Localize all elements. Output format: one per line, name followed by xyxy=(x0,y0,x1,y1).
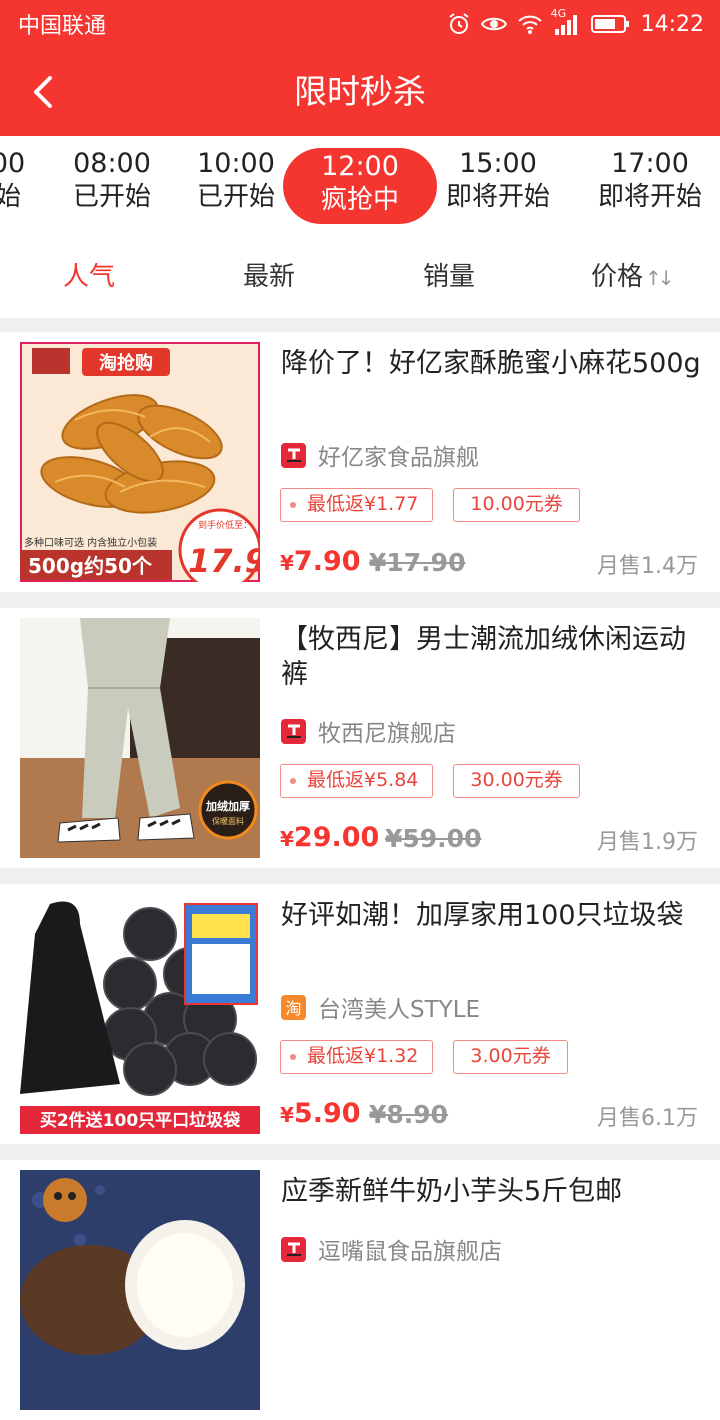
currency-symbol: ¥ xyxy=(280,827,294,851)
price-value: 7.90 xyxy=(293,546,361,577)
product-card[interactable]: 买2件送100只平口垃圾袋 好评如潮！加厚家用100只垃圾袋 淘 台湾美人STY… xyxy=(0,884,720,1144)
time-slot-time: 12:00 xyxy=(321,151,399,182)
sort-bar: 人气 最新 销量 价格 ↑↓ xyxy=(0,236,720,318)
product-tags: 最低返¥1.77 10.00元券 xyxy=(280,488,580,524)
currency-symbol: ¥ xyxy=(280,551,294,575)
product-name[interactable]: 好评如潮！加厚家用100只垃圾袋 xyxy=(281,898,701,933)
monthly-sales: 月售6.1万 xyxy=(597,1106,698,1131)
product-name[interactable]: 应季新鲜牛奶小芋头5斤包邮 xyxy=(281,1174,701,1209)
coupon-tag[interactable]: 30.00元券 xyxy=(453,764,580,798)
current-price: ¥7.90 xyxy=(280,546,361,577)
battery-icon xyxy=(590,13,631,35)
network-type: 4G xyxy=(550,7,567,20)
sort-tab-newest[interactable]: 最新 xyxy=(243,236,295,318)
monthly-sales: 月售1.4万 xyxy=(597,554,698,579)
product-tags: 最低返¥5.84 30.00元券 xyxy=(280,764,580,800)
original-price: ¥59.00 xyxy=(385,824,482,853)
tmall-icon xyxy=(281,1236,306,1262)
time-slot-00[interactable]: 00 始 xyxy=(0,148,28,228)
sort-tab-label: 价格 xyxy=(591,262,644,292)
product-name[interactable]: 降价了！好亿家酥脆蜜小麻花500g xyxy=(281,346,701,381)
product-card[interactable]: 加绒加厚 保暖面料 【牧西尼】男士潮流加绒休闲运动裤 牧西尼旗舰店 最低返¥5.… xyxy=(0,608,720,868)
price-value: 5.90 xyxy=(293,1098,361,1129)
shop-name-row[interactable]: 逗嘴鼠食品旗舰店 xyxy=(281,1234,502,1265)
time-slot-status: 始 xyxy=(0,182,21,212)
shop-name-row[interactable]: 好亿家食品旗舰 xyxy=(281,440,479,471)
shop-name: 逗嘴鼠食品旗舰店 xyxy=(318,1239,502,1265)
time-slot-status: 疯抢中 xyxy=(320,185,399,215)
alarm-icon xyxy=(447,12,471,36)
status-bar: 中国联通 4G 14:22 xyxy=(0,0,720,48)
sort-arrows-icon: ↑↓ xyxy=(645,266,674,290)
time-slot-1000[interactable]: 10:00 已开始 xyxy=(186,148,286,228)
time-slot-time: 00 xyxy=(0,148,26,179)
time-slot-time: 15:00 xyxy=(459,148,537,179)
carrier-name: 中国联通 xyxy=(18,14,107,39)
image-brand-tag: 淘抢购 xyxy=(99,352,153,374)
product-card[interactable]: 淘抢购 多种口味可选 内含独立小包装 500g约50个 到手价低至： 17.9 … xyxy=(0,332,720,592)
sort-tab-popularity[interactable]: 人气 xyxy=(63,236,115,318)
shop-name: 好亿家食品旗舰 xyxy=(318,445,479,471)
coupon-tag[interactable]: 3.00元券 xyxy=(453,1040,568,1074)
shop-name: 牧西尼旗舰店 xyxy=(318,721,456,747)
rebate-tag[interactable]: 最低返¥1.77 xyxy=(280,488,434,522)
time-slot-status: 已开始 xyxy=(196,182,275,212)
time-slot-1500[interactable]: 15:00 即将开始 xyxy=(440,148,556,228)
sort-tab-price[interactable]: 价格 ↑↓ xyxy=(591,236,674,318)
product-card[interactable]: 应季新鲜牛奶小芋头5斤包邮 逗嘴鼠食品旗舰店 xyxy=(0,1160,720,1420)
shop-name: 台湾美人STYLE xyxy=(318,997,481,1023)
product-image[interactable]: 加绒加厚 保暖面料 xyxy=(20,618,260,858)
sort-tab-sales[interactable]: 销量 xyxy=(423,236,475,318)
rebate-tag[interactable]: 最低返¥5.84 xyxy=(280,764,434,798)
wifi-icon xyxy=(517,13,543,35)
time-slot-status: 即将开始 xyxy=(445,182,550,212)
rebate-tag[interactable]: 最低返¥1.32 xyxy=(280,1040,434,1074)
time-slot-1200[interactable]: 12:00 疯抢中 xyxy=(283,148,437,224)
status-icons: 4G 14:22 xyxy=(447,7,704,37)
tmall-icon xyxy=(281,442,306,468)
original-price: ¥8.90 xyxy=(369,1100,449,1129)
monthly-sales: 月售1.9万 xyxy=(597,830,698,855)
product-image[interactable] xyxy=(20,1170,260,1410)
page-title: 限时秒杀 xyxy=(294,72,426,111)
signal-icon: 4G xyxy=(551,7,581,35)
currency-symbol: ¥ xyxy=(280,1103,294,1127)
image-weight: 500g约50个 xyxy=(28,554,153,578)
coupon-tag[interactable]: 10.00元券 xyxy=(453,488,580,522)
time-slot-0800[interactable]: 08:00 已开始 xyxy=(62,148,162,228)
product-tags: 最低返¥1.32 3.00元券 xyxy=(280,1040,568,1076)
current-price: ¥5.90 xyxy=(280,1098,361,1129)
current-price: ¥29.00 xyxy=(280,822,379,853)
image-price-label: 到手价低至： xyxy=(198,519,252,531)
time-slot-time: 10:00 xyxy=(197,148,275,179)
time-slot-bar: 00 始 08:00 已开始 10:00 已开始 12:00 疯抢中 15:00… xyxy=(0,136,720,236)
taobao-icon: 淘 xyxy=(281,994,306,1020)
image-price: 17.9 xyxy=(188,542,260,580)
time-slot-1700[interactable]: 17:00 即将开始 xyxy=(592,148,708,228)
image-badge-line2: 保暖面料 xyxy=(212,816,244,826)
product-image[interactable]: 淘抢购 多种口味可选 内含独立小包装 500g约50个 到手价低至： 17.9 xyxy=(20,342,260,582)
price-value: 29.00 xyxy=(293,822,380,853)
product-name[interactable]: 【牧西尼】男士潮流加绒休闲运动裤 xyxy=(281,622,701,692)
time-slot-status: 即将开始 xyxy=(597,182,702,212)
time-slot-status: 已开始 xyxy=(72,182,151,212)
eye-icon xyxy=(480,14,507,34)
image-badge-line1: 加绒加厚 xyxy=(205,799,250,813)
image-flavors: 多种口味可选 内含独立小包装 xyxy=(24,536,157,549)
product-image[interactable]: 买2件送100只平口垃圾袋 xyxy=(20,894,260,1134)
shop-name-row[interactable]: 牧西尼旗舰店 xyxy=(281,716,456,747)
title-bar: 限时秒杀 xyxy=(0,48,720,136)
shop-name-row[interactable]: 淘 台湾美人STYLE xyxy=(281,992,481,1023)
time-slot-time: 08:00 xyxy=(73,148,151,179)
tmall-icon xyxy=(281,718,306,744)
original-price: ¥17.90 xyxy=(369,548,466,577)
clock-time: 14:22 xyxy=(640,11,704,37)
image-banner: 买2件送100只平口垃圾袋 xyxy=(40,1110,241,1131)
time-slot-time: 17:00 xyxy=(611,148,689,179)
